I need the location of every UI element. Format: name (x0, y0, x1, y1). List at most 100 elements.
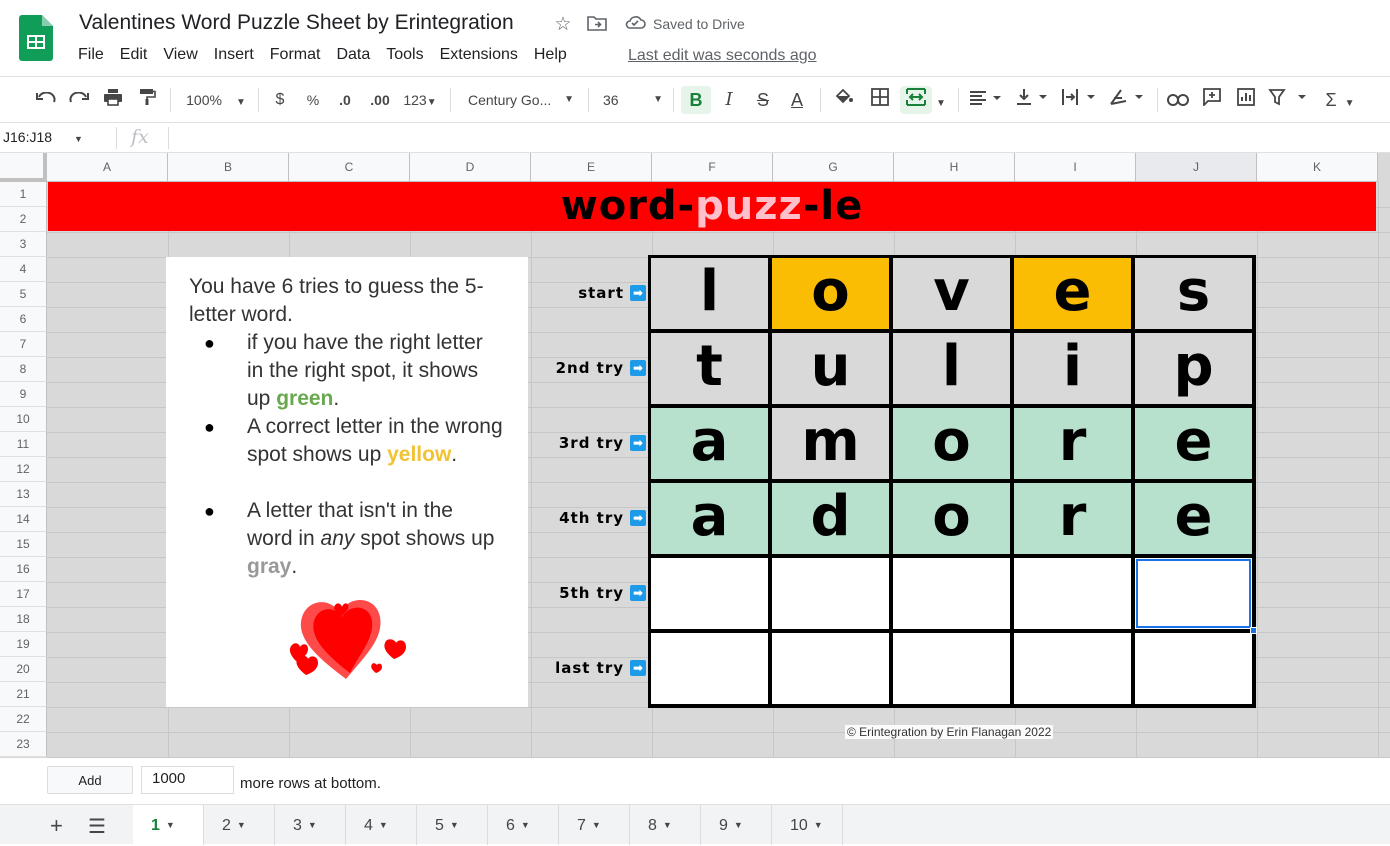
add-rows-button[interactable]: Add (47, 766, 133, 794)
letter-tile-empty[interactable] (651, 633, 768, 704)
sheet-tab-3[interactable]: 3 ▼ (275, 805, 346, 845)
add-sheet-icon[interactable]: + (50, 813, 63, 839)
column-header-j[interactable]: J (1136, 153, 1257, 182)
row-header-9[interactable]: 9 (0, 382, 47, 407)
row-header-5[interactable]: 5 (0, 282, 47, 307)
rows-count-input[interactable]: 1000 (141, 766, 234, 794)
row-header-3[interactable]: 3 (0, 232, 47, 257)
letter-tile-empty[interactable] (1014, 633, 1131, 704)
fill-color-icon[interactable] (831, 86, 857, 114)
row-header-11[interactable]: 11 (0, 432, 47, 457)
menu-tools[interactable]: Tools (378, 45, 431, 69)
paint-format-icon[interactable] (135, 86, 159, 114)
column-header-g[interactable]: G (773, 153, 894, 182)
document-title[interactable]: Valentines Word Puzzle Sheet by Erintegr… (79, 11, 514, 35)
column-header-d[interactable]: D (410, 153, 531, 182)
letter-tile-empty[interactable] (772, 633, 889, 704)
row-header-18[interactable]: 18 (0, 607, 47, 632)
letter-tile-empty[interactable] (1135, 633, 1252, 704)
decrease-decimal-button[interactable]: .0 (334, 86, 356, 114)
letter-tile-yellow[interactable]: e (1014, 258, 1131, 329)
zoom-select[interactable]: 100% ▼ (183, 86, 249, 114)
letter-tile-green[interactable]: a (651, 483, 768, 554)
print-icon[interactable] (101, 86, 125, 114)
column-header-h[interactable]: H (894, 153, 1015, 182)
letter-tile-empty[interactable] (1135, 558, 1252, 629)
row-header-13[interactable]: 13 (0, 482, 47, 507)
letter-tile-green[interactable]: o (893, 483, 1010, 554)
column-header-b[interactable]: B (168, 153, 289, 182)
text-wrapping-icon[interactable] (1058, 86, 1100, 114)
column-header-k[interactable]: K (1257, 153, 1378, 182)
sheet-tab-8[interactable]: 8 ▼ (630, 805, 701, 845)
letter-tile-gray[interactable]: m (772, 408, 889, 479)
menu-edit[interactable]: Edit (112, 45, 156, 69)
redo-icon[interactable] (67, 86, 91, 114)
font-family-select[interactable]: Century Go... ▼ (462, 86, 578, 114)
sheet-tab-5[interactable]: 5 ▼ (417, 805, 488, 845)
row-header-16[interactable]: 16 (0, 557, 47, 582)
row-header-17[interactable]: 17 (0, 582, 47, 607)
letter-tile-gray[interactable]: u (772, 333, 889, 404)
sheets-logo-icon[interactable] (19, 15, 53, 61)
all-sheets-icon[interactable]: ☰ (88, 814, 106, 839)
filter-icon[interactable] (1266, 86, 1310, 114)
menu-data[interactable]: Data (328, 45, 378, 69)
row-header-7[interactable]: 7 (0, 332, 47, 357)
letter-tile-green[interactable]: e (1135, 483, 1252, 554)
strikethrough-button[interactable]: S (750, 86, 776, 114)
letter-tile-empty[interactable] (893, 633, 1010, 704)
row-header-2[interactable]: 2 (0, 207, 47, 232)
fill-handle[interactable] (1250, 627, 1257, 634)
insert-link-icon[interactable] (1165, 86, 1191, 114)
font-size-select[interactable]: 36 ▼ (597, 86, 667, 114)
letter-tile-gray[interactable]: l (893, 333, 1010, 404)
letter-tile-empty[interactable] (893, 558, 1010, 629)
letter-tile-gray[interactable]: t (651, 333, 768, 404)
merge-cells-icon[interactable] (900, 86, 932, 114)
menu-format[interactable]: Format (262, 45, 329, 69)
currency-format-button[interactable]: $ (270, 86, 290, 114)
increase-decimal-button[interactable]: .00 (366, 86, 394, 114)
letter-tile-yellow[interactable]: o (772, 258, 889, 329)
insert-chart-icon[interactable] (1233, 86, 1259, 114)
row-header-19[interactable]: 19 (0, 632, 47, 657)
letter-tile-green[interactable]: r (1014, 483, 1131, 554)
sheet-tab-10[interactable]: 10 ▼ (772, 805, 843, 845)
functions-button[interactable]: Σ ▼ (1320, 86, 1360, 114)
borders-icon[interactable] (867, 86, 893, 114)
letter-tile-green[interactable]: d (772, 483, 889, 554)
column-header-f[interactable]: F (652, 153, 773, 182)
menu-view[interactable]: View (155, 45, 205, 69)
row-header-6[interactable]: 6 (0, 307, 47, 332)
percent-format-button[interactable]: % (303, 86, 323, 114)
sheet-tab-4[interactable]: 4 ▼ (346, 805, 417, 845)
row-header-15[interactable]: 15 (0, 532, 47, 557)
sheet-tab-7[interactable]: 7 ▼ (559, 805, 630, 845)
insert-comment-icon[interactable] (1199, 86, 1225, 114)
letter-tile-green[interactable]: r (1014, 408, 1131, 479)
sheet-tab-9[interactable]: 9 ▼ (701, 805, 772, 845)
instructions-box[interactable]: You have 6 tries to guess the 5-letter w… (166, 257, 528, 707)
letter-tile-empty[interactable] (772, 558, 889, 629)
row-header-10[interactable]: 10 (0, 407, 47, 432)
column-header-c[interactable]: C (289, 153, 410, 182)
sheet-tab-1[interactable]: 1 ▼ (133, 805, 204, 845)
row-header-20[interactable]: 20 (0, 657, 47, 682)
sheet-tab-6[interactable]: 6 ▼ (488, 805, 559, 845)
text-color-button[interactable]: A (784, 86, 810, 114)
column-header-e[interactable]: E (531, 153, 652, 182)
letter-tile-green[interactable]: e (1135, 408, 1252, 479)
horizontal-align-icon[interactable] (966, 86, 1006, 114)
letter-tile-gray[interactable]: l (651, 258, 768, 329)
name-box[interactable]: J16:J18 ▼ (3, 129, 83, 145)
row-header-8[interactable]: 8 (0, 357, 47, 382)
row-header-22[interactable]: 22 (0, 707, 47, 732)
letter-tile-gray[interactable]: v (893, 258, 1010, 329)
undo-icon[interactable] (34, 86, 58, 114)
row-header-14[interactable]: 14 (0, 507, 47, 532)
letter-tile-green[interactable]: a (651, 408, 768, 479)
letter-tile-gray[interactable]: s (1135, 258, 1252, 329)
select-all-corner[interactable] (0, 153, 47, 182)
cloud-saved-icon[interactable] (624, 14, 646, 36)
